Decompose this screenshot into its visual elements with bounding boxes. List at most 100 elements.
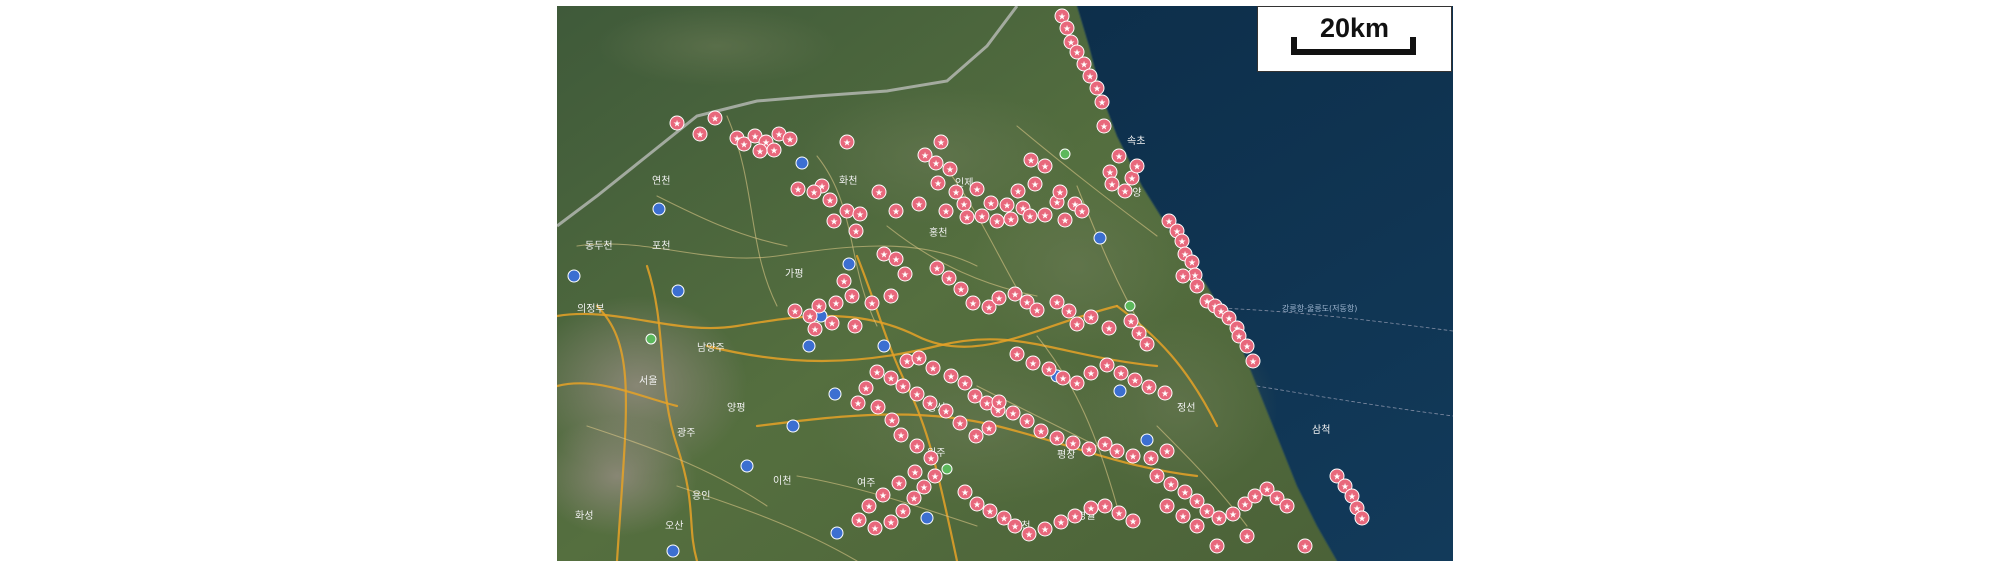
- star-pin-icon[interactable]: ★: [836, 273, 852, 289]
- star-pin-icon[interactable]: ★: [1069, 316, 1085, 332]
- star-pin-icon[interactable]: ★: [1184, 254, 1200, 270]
- star-pin-icon[interactable]: ★: [828, 295, 844, 311]
- star-pin-icon[interactable]: ★: [957, 375, 973, 391]
- star-pin-icon[interactable]: ★: [1023, 152, 1039, 168]
- star-pin-icon[interactable]: ★: [923, 450, 939, 466]
- star-pin-icon[interactable]: ★: [884, 412, 900, 428]
- star-pin-icon[interactable]: ★: [1139, 336, 1155, 352]
- star-pin-icon[interactable]: ★: [1083, 500, 1099, 516]
- star-pin-icon[interactable]: ★: [752, 143, 768, 159]
- star-pin-icon[interactable]: ★: [1029, 302, 1045, 318]
- star-pin-icon[interactable]: ★: [1141, 379, 1157, 395]
- star-pin-icon[interactable]: ★: [965, 295, 981, 311]
- star-pin-icon[interactable]: ★: [1033, 423, 1049, 439]
- star-pin-icon[interactable]: ★: [952, 415, 968, 431]
- star-pin-icon[interactable]: ★: [858, 380, 874, 396]
- star-pin-icon[interactable]: ★: [669, 115, 685, 131]
- star-pin-icon[interactable]: ★: [916, 479, 932, 495]
- star-pin-icon[interactable]: ★: [1123, 313, 1139, 329]
- star-pin-icon[interactable]: ★: [895, 503, 911, 519]
- star-pin-icon[interactable]: ★: [991, 394, 1007, 410]
- star-pin-icon[interactable]: ★: [766, 142, 782, 158]
- star-pin-icon[interactable]: ★: [852, 206, 868, 222]
- star-pin-icon[interactable]: ★: [930, 175, 946, 191]
- star-pin-icon[interactable]: ★: [1239, 338, 1255, 354]
- star-pin-icon[interactable]: ★: [822, 192, 838, 208]
- star-pin-icon[interactable]: ★: [1297, 538, 1313, 554]
- star-pin-icon[interactable]: ★: [826, 213, 842, 229]
- star-pin-icon[interactable]: ★: [802, 308, 818, 324]
- star-pin-icon[interactable]: ★: [1007, 286, 1023, 302]
- star-pin-icon[interactable]: ★: [1245, 353, 1261, 369]
- star-pin-icon[interactable]: ★: [974, 208, 990, 224]
- star-pin-icon[interactable]: ★: [1089, 80, 1105, 96]
- star-pin-icon[interactable]: ★: [982, 503, 998, 519]
- star-pin-icon[interactable]: ★: [1211, 510, 1227, 526]
- star-pin-icon[interactable]: ★: [1065, 435, 1081, 451]
- star-pin-icon[interactable]: ★: [1025, 355, 1041, 371]
- star-pin-icon[interactable]: ★: [891, 475, 907, 491]
- star-pin-icon[interactable]: ★: [906, 490, 922, 506]
- star-pin-icon[interactable]: ★: [1157, 385, 1173, 401]
- star-pin-icon[interactable]: ★: [888, 203, 904, 219]
- star-pin-icon[interactable]: ★: [883, 370, 899, 386]
- star-pin-icon[interactable]: ★: [989, 213, 1005, 229]
- star-pin-icon[interactable]: ★: [1059, 20, 1075, 36]
- star-pin-icon[interactable]: ★: [1109, 443, 1125, 459]
- star-pin-icon[interactable]: ★: [969, 181, 985, 197]
- star-pin-icon[interactable]: ★: [871, 184, 887, 200]
- star-pin-icon[interactable]: ★: [1111, 505, 1127, 521]
- star-pin-icon[interactable]: ★: [707, 110, 723, 126]
- star-pin-icon[interactable]: ★: [1027, 176, 1043, 192]
- star-pin-icon[interactable]: ★: [1099, 357, 1115, 373]
- star-pin-icon[interactable]: ★: [1037, 158, 1053, 174]
- star-pin-icon[interactable]: ★: [1129, 158, 1145, 174]
- star-pin-icon[interactable]: ★: [929, 260, 945, 276]
- star-pin-icon[interactable]: ★: [1127, 372, 1143, 388]
- star-pin-icon[interactable]: ★: [1037, 207, 1053, 223]
- star-pin-icon[interactable]: ★: [1111, 148, 1127, 164]
- star-pin-icon[interactable]: ★: [1052, 184, 1068, 200]
- star-pin-icon[interactable]: ★: [848, 223, 864, 239]
- star-pin-icon[interactable]: ★: [1049, 430, 1065, 446]
- star-pin-icon[interactable]: ★: [1061, 303, 1077, 319]
- map-canvas[interactable]: 연천 동두천 포천 의정부 가평 남양주 서울 양평 광주 이천 여주 용인 오…: [557, 6, 1453, 561]
- star-pin-icon[interactable]: ★: [909, 438, 925, 454]
- star-pin-icon[interactable]: ★: [959, 209, 975, 225]
- star-pin-icon[interactable]: ★: [1117, 183, 1133, 199]
- star-pin-icon[interactable]: ★: [1074, 203, 1090, 219]
- star-pin-icon[interactable]: ★: [909, 386, 925, 402]
- star-pin-icon[interactable]: ★: [850, 395, 866, 411]
- star-pin-icon[interactable]: ★: [1097, 498, 1113, 514]
- star-pin-icon[interactable]: ★: [839, 203, 855, 219]
- star-pin-icon[interactable]: ★: [1037, 521, 1053, 537]
- star-pin-icon[interactable]: ★: [790, 181, 806, 197]
- star-pin-icon[interactable]: ★: [928, 155, 944, 171]
- star-pin-icon[interactable]: ★: [893, 427, 909, 443]
- star-pin-icon[interactable]: ★: [1021, 526, 1037, 542]
- star-pin-icon[interactable]: ★: [1113, 365, 1129, 381]
- star-pin-icon[interactable]: ★: [1125, 513, 1141, 529]
- star-pin-icon[interactable]: ★: [1159, 498, 1175, 514]
- star-pin-icon[interactable]: ★: [1010, 183, 1026, 199]
- star-pin-icon[interactable]: ★: [1159, 443, 1175, 459]
- star-pin-icon[interactable]: ★: [981, 420, 997, 436]
- star-pin-icon[interactable]: ★: [1003, 211, 1019, 227]
- star-pin-icon[interactable]: ★: [907, 464, 923, 480]
- star-pin-icon[interactable]: ★: [1019, 413, 1035, 429]
- star-pin-icon[interactable]: ★: [888, 251, 904, 267]
- star-pin-icon[interactable]: ★: [1096, 118, 1112, 134]
- star-pin-icon[interactable]: ★: [941, 270, 957, 286]
- star-pin-icon[interactable]: ★: [824, 315, 840, 331]
- star-pin-icon[interactable]: ★: [1055, 370, 1071, 386]
- star-pin-icon[interactable]: ★: [943, 368, 959, 384]
- star-pin-icon[interactable]: ★: [1057, 212, 1073, 228]
- star-pin-icon[interactable]: ★: [1022, 208, 1038, 224]
- star-pin-icon[interactable]: ★: [782, 131, 798, 147]
- star-pin-icon[interactable]: ★: [1067, 508, 1083, 524]
- star-pin-icon[interactable]: ★: [1083, 309, 1099, 325]
- star-pin-icon[interactable]: ★: [692, 126, 708, 142]
- star-pin-icon[interactable]: ★: [911, 350, 927, 366]
- star-pin-icon[interactable]: ★: [957, 484, 973, 500]
- star-pin-icon[interactable]: ★: [1101, 320, 1117, 336]
